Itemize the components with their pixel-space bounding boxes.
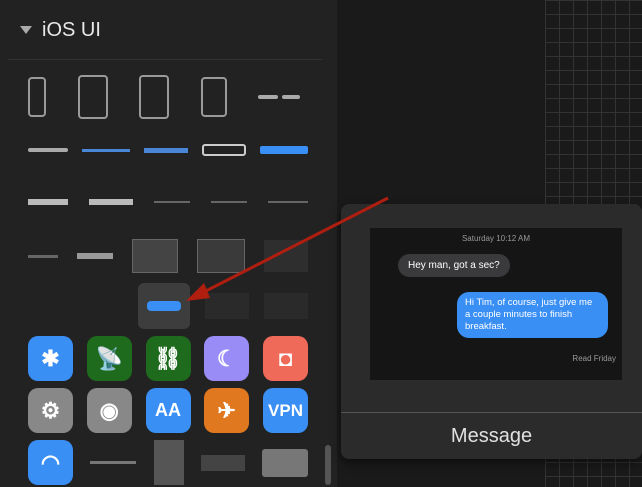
iphone-thumbnail[interactable] (28, 77, 46, 117)
toolbar-thumbnail-2[interactable] (89, 199, 133, 205)
incoming-message-bubble: Hey man, got a sec? (398, 254, 510, 277)
search-field-thumbnail[interactable] (77, 253, 113, 259)
progress-slider-thumbnail[interactable] (82, 148, 130, 152)
signal-tower-icon[interactable]: 📡 (86, 336, 132, 381)
action-sheet-thumbnail[interactable] (200, 454, 245, 471)
read-receipt: Read Friday (572, 354, 616, 363)
thumbnail-row-tables (28, 238, 308, 274)
message-thumbnail[interactable] (138, 283, 190, 329)
thumbnail-row-controls (28, 140, 308, 160)
symbol-library-panel: iOS UI ✱ 📡 ⛓ ☾ ◘ ⚙ ◉ AA ✈ VPN ◠ (0, 0, 337, 487)
list-item-thumbnail[interactable] (28, 254, 58, 258)
link-icon[interactable]: ⛓ (145, 336, 191, 381)
slider-thumbnail-small[interactable] (90, 461, 137, 464)
message-timestamp: Saturday 10:12 AM (461, 234, 531, 243)
toolbar-thumbnail-1[interactable] (28, 199, 68, 205)
thumbnail-row-messages (28, 283, 308, 329)
divider-thumbnail-1[interactable] (154, 201, 190, 203)
thumbnail-row-icons-1: ✱ 📡 ⛓ ☾ ◘ (28, 336, 308, 381)
message-preview: Saturday 10:12 AM Hey man, got a sec? Hi… (370, 228, 622, 380)
settings-list-thumbnail[interactable] (264, 240, 308, 272)
header-divider (8, 59, 322, 60)
ipad-pro-thumbnail[interactable] (139, 75, 169, 119)
thumbnail-row-icons-2: ⚙ ◉ AA ✈ VPN (28, 388, 308, 433)
keyboard-thumbnail[interactable] (262, 448, 308, 477)
alert-thumbnail-2[interactable] (264, 293, 308, 319)
text-size-icon[interactable]: AA (145, 388, 191, 433)
library-title: iOS UI (42, 18, 101, 41)
thumbnail-row-toolbars (28, 192, 308, 212)
notification-icon[interactable]: ◘ (263, 336, 308, 381)
wifi-icon[interactable]: ◠ (28, 440, 73, 485)
disclosure-triangle-icon[interactable] (20, 26, 32, 34)
ipad-thumbnail[interactable] (77, 75, 108, 119)
library-header[interactable]: iOS UI (8, 10, 328, 50)
preview-divider (341, 412, 642, 413)
moon-icon[interactable]: ☾ (204, 336, 250, 381)
note-thumbnail[interactable] (83, 296, 123, 316)
segmented-progress-thumbnail[interactable] (144, 147, 188, 153)
keypad-thumbnail[interactable] (153, 440, 184, 485)
toggle-icon[interactable]: ◉ (86, 388, 132, 433)
bluetooth-icon[interactable]: ✱ (28, 336, 73, 381)
thumbnail-row-devices (28, 72, 308, 122)
ipad-mini-thumbnail[interactable] (200, 77, 227, 117)
segmented-control-thumbnail[interactable] (260, 146, 308, 154)
slider-track-thumbnail[interactable] (268, 201, 308, 203)
thumbnail-row-bottom: ◠ (28, 440, 308, 485)
vpn-icon[interactable]: VPN (263, 388, 308, 433)
library-scrollbar[interactable] (325, 445, 331, 485)
settings-icon[interactable]: ⚙ (28, 388, 73, 433)
form-thumbnail[interactable] (28, 296, 68, 316)
stepper-thumbnail[interactable] (202, 144, 246, 156)
media-controls-thumbnail[interactable] (258, 95, 308, 99)
symbol-name-label: Message (450, 425, 533, 447)
divider-thumbnail-2[interactable] (211, 201, 247, 203)
airplane-icon[interactable]: ✈ (204, 388, 250, 433)
alert-thumbnail-1[interactable] (205, 293, 249, 319)
slider-thumbnail[interactable] (28, 148, 68, 152)
table-thumbnail[interactable] (132, 239, 178, 273)
outgoing-message-bubble: Hi Tim, of course, just give me a couple… (457, 292, 608, 338)
media-grid-thumbnail[interactable] (197, 239, 245, 273)
